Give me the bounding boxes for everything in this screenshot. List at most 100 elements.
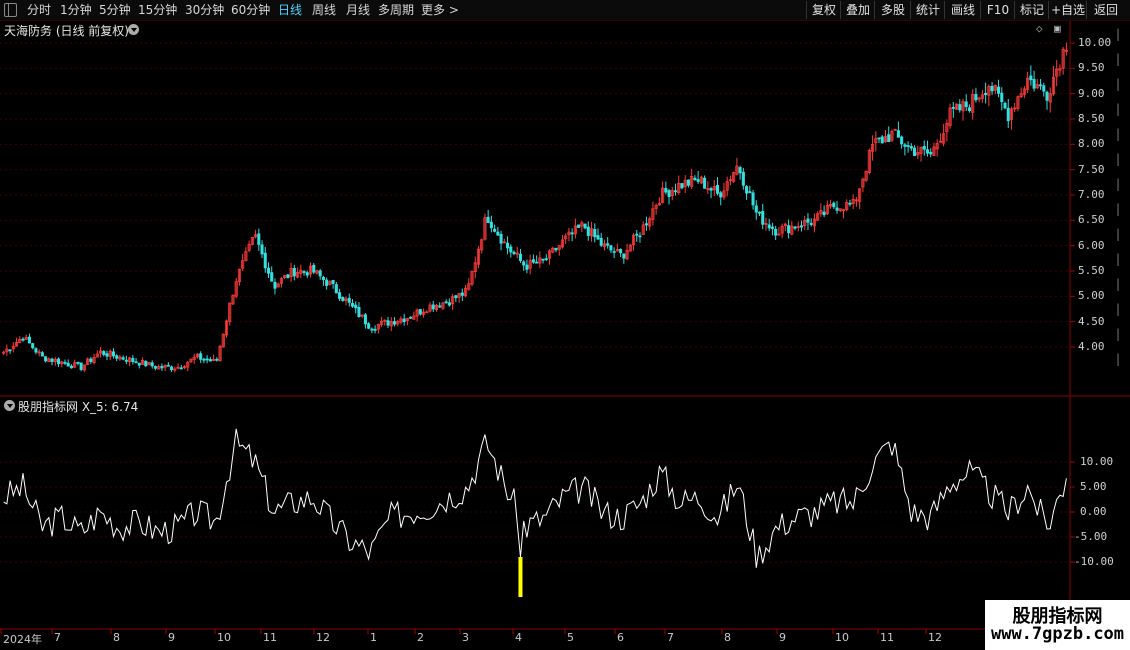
candle-body (153, 366, 157, 369)
candle-body (774, 228, 778, 236)
candle-body (703, 177, 707, 189)
candle-body (292, 267, 296, 277)
candle-body (34, 348, 38, 353)
time-axis-label: 3 (462, 631, 469, 644)
time-axis-label: 8 (113, 631, 120, 644)
candle-body (179, 367, 183, 370)
time-axis-label: 9 (779, 631, 786, 644)
chart-canvas[interactable] (0, 0, 1130, 650)
candle-body (606, 243, 610, 246)
candle-body (964, 101, 968, 107)
indicator-dropdown-icon[interactable] (4, 400, 15, 411)
price-panel-dropdown-icon[interactable] (128, 24, 139, 35)
candle-body (622, 253, 626, 259)
time-axis-label: 11 (880, 631, 894, 644)
candle-body (486, 216, 490, 223)
candle-body (512, 251, 516, 255)
candle-body (63, 361, 67, 364)
candle-body (1006, 107, 1010, 122)
price-axis-label: 4.00 (1078, 340, 1105, 353)
indicator-axis-label: -5.00 (1074, 530, 1108, 543)
candle-body (667, 190, 671, 197)
candle-body (312, 264, 316, 273)
candle-body (635, 233, 639, 236)
candle-body (134, 361, 138, 364)
price-axis-label: 7.00 (1078, 188, 1105, 201)
candle-body (664, 188, 668, 193)
candle-body (958, 104, 962, 111)
candle-body (447, 302, 451, 306)
candle-body (757, 211, 762, 214)
candle-body (1042, 85, 1046, 92)
candle-body (454, 295, 458, 299)
candle-body (321, 276, 325, 281)
candle-body (609, 245, 613, 251)
time-axis-label: 1 (370, 631, 377, 644)
candle-body (347, 297, 351, 303)
candle-body (518, 253, 522, 261)
time-axis-label: 2024年 (3, 633, 42, 646)
time-axis-label: 6 (617, 631, 624, 644)
candle-body (832, 202, 836, 208)
candle-body (489, 221, 493, 229)
candle-body (644, 223, 648, 226)
candle-body (619, 249, 623, 254)
candle-body (318, 270, 322, 277)
candle-body (974, 94, 978, 101)
candle-body (431, 304, 435, 310)
candle-body (334, 284, 338, 294)
candle-body (770, 226, 774, 229)
time-axis-label: 12 (928, 631, 942, 644)
candle-body (719, 192, 723, 198)
candle-body (354, 304, 358, 309)
candle-body (925, 149, 930, 154)
candle-body (1039, 84, 1043, 87)
candle-body (880, 136, 884, 144)
candle-body (984, 92, 988, 96)
candle-body (793, 226, 797, 229)
candle-body (409, 316, 413, 319)
price-axis-label: 9.00 (1078, 86, 1105, 100)
candle-body (202, 358, 206, 361)
candle-body (799, 225, 804, 228)
candle-body (305, 272, 309, 276)
price-axis-label: 4.50 (1078, 314, 1105, 328)
candle-body (577, 224, 581, 228)
candle-body (438, 305, 442, 308)
indicator-axis-label: 10.00 (1080, 455, 1114, 468)
candle-body (111, 351, 115, 357)
panel-layout-icon[interactable]: ▣ (1054, 22, 1061, 35)
candle-body (367, 323, 371, 329)
candle-body (693, 177, 697, 181)
candle-body (554, 247, 558, 251)
candle-body (612, 251, 616, 253)
price-panel-title: 天海防务 (日线 前复权) (4, 24, 129, 38)
candle-body (903, 144, 907, 147)
site-watermark: 股朋指标网 www.7gpzb.com (985, 600, 1130, 650)
diamond-icon[interactable]: ◇ (1036, 22, 1043, 35)
candle-body (76, 361, 80, 364)
candle-body (50, 358, 54, 362)
candle-body (593, 229, 597, 238)
candle-body (8, 349, 12, 352)
candle-body (105, 353, 109, 357)
candle-body (715, 184, 720, 194)
candle-body (444, 301, 448, 304)
candle-body (754, 205, 758, 213)
candle-body (1045, 91, 1049, 101)
candle-body (596, 235, 600, 240)
candle-body (386, 320, 390, 326)
candle-body (273, 281, 277, 289)
candle-body (27, 336, 31, 344)
candle-body (509, 246, 513, 253)
price-axis-label: 7.50 (1078, 162, 1105, 176)
time-axis-label: 7 (667, 631, 674, 644)
candle-body (215, 358, 219, 361)
time-axis-label: 9 (168, 631, 175, 644)
time-axis-label: 11 (263, 631, 277, 644)
candle-body (402, 318, 406, 323)
candle-body (531, 259, 535, 263)
candle-body (69, 365, 73, 369)
right-info-strip: | | | | | | | | | | | | | | (1116, 27, 1121, 366)
candle-body (89, 358, 93, 362)
